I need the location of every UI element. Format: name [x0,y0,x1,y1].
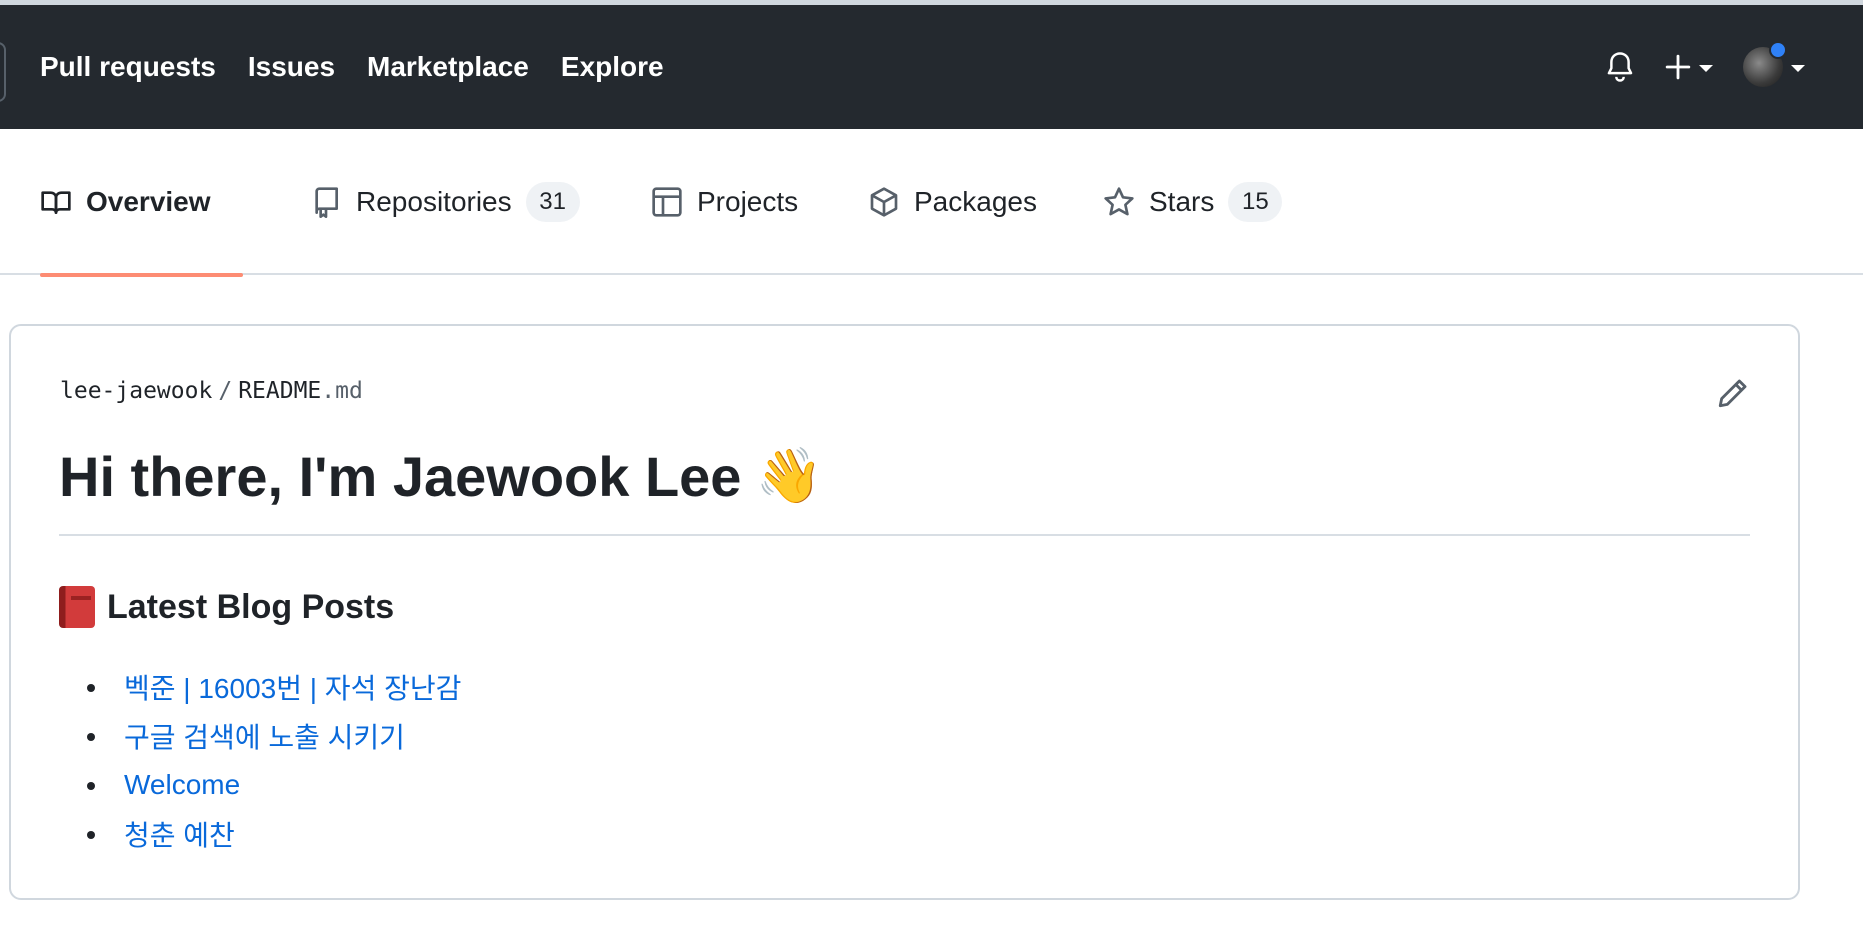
path-separator: / [218,378,233,404]
book-icon [41,191,71,214]
plus-icon [1665,54,1691,80]
list-item: 벡준 | 16003번 | 자석 장난감 [59,662,461,711]
readme-path: lee-jaewook / README.md [60,378,363,404]
blog-post-link[interactable]: 청춘 예찬 [124,814,235,854]
blog-post-link[interactable]: 구글 검색에 노출 시키기 [124,716,405,756]
profile-readme: lee-jaewook / README.md Hi there, I'm Jaew… [9,324,1800,900]
tab-packages[interactable]: Packages [868,129,1037,275]
search-box-edge[interactable] [0,42,6,102]
global-header: Pull requests Issues Marketplace Explore [0,5,1863,129]
star-icon [1104,187,1134,216]
blog-post-list: 벡준 | 16003번 | 자석 장난감 구글 검색에 노출 시키기 Welco… [59,662,461,858]
pencil-icon [1718,379,1747,408]
tab-label: Repositories [356,186,512,217]
notifications-button[interactable] [1605,51,1635,83]
blog-post-link[interactable]: 벡준 | 16003번 | 자석 장난감 [124,667,461,707]
table-icon [652,187,682,217]
waving-hand-emoji: 👋 [755,446,823,506]
nav-marketplace[interactable]: Marketplace [367,51,529,83]
profile-menu-button[interactable] [1743,41,1805,87]
readme-filename[interactable]: README.md [238,378,363,404]
repositories-count-badge: 31 [525,182,580,222]
repo-icon [315,187,338,218]
tab-label: Overview [86,186,211,217]
tab-overview[interactable]: Overview [40,129,243,277]
global-nav: Pull requests Issues Marketplace Explore [40,5,664,129]
tab-stars[interactable]: Stars 15 [1103,129,1283,275]
title-divider [59,534,1750,536]
blog-post-link[interactable]: Welcome [124,769,240,801]
red-book-icon [59,586,95,628]
list-item: 구글 검색에 노출 시키기 [59,711,461,760]
readme-file-ext: .md [321,378,363,404]
section-heading-text: Latest Blog Posts [107,587,395,626]
readme-owner[interactable]: lee-jaewook [60,378,212,404]
list-item: 청춘 예찬 [59,809,461,858]
nav-explore[interactable]: Explore [561,51,664,83]
tab-projects[interactable]: Projects [651,129,798,275]
header-actions [1605,5,1805,129]
create-new-button[interactable] [1665,54,1713,80]
notification-dot [1769,41,1787,59]
stars-count-badge: 15 [1228,182,1283,222]
latest-blog-posts-heading: Latest Blog Posts [59,586,394,628]
avatar [1743,41,1787,87]
nav-issues[interactable]: Issues [248,51,335,83]
chevron-down-icon [1791,65,1805,72]
profile-tabs: Overview Repositories 31 Projects Packag… [0,129,1863,277]
bell-icon [1607,52,1633,82]
tab-label: Packages [914,186,1037,217]
tab-repositories[interactable]: Repositories 31 [310,129,580,275]
readme-file-base: README [238,378,322,404]
readme-title-text: Hi there, I'm Jaewook Lee [59,445,742,508]
package-icon [870,187,898,217]
chevron-down-icon [1699,65,1713,72]
tab-label: Stars [1149,186,1215,217]
edit-readme-button[interactable] [1716,376,1750,410]
tab-label: Projects [697,186,799,217]
readme-title: Hi there, I'm Jaewook Lee 👋 [59,444,823,509]
nav-pull-requests[interactable]: Pull requests [40,51,216,83]
list-item: Welcome [59,760,461,809]
